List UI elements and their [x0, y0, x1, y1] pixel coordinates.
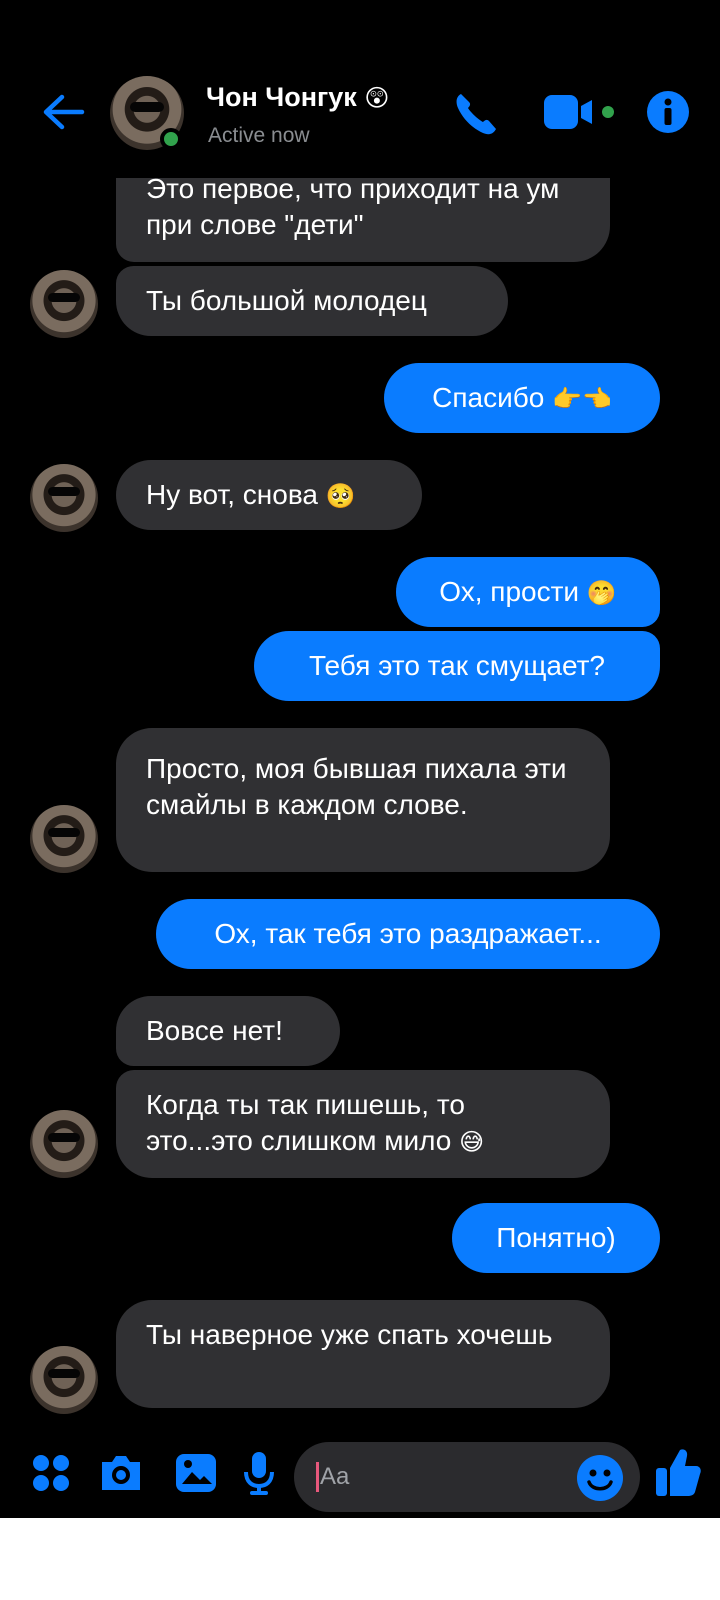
contact-name[interactable]: Чон Чонгук 😲: [206, 82, 389, 113]
message-emoji: 😅: [459, 1128, 485, 1156]
video-camera-icon[interactable]: [544, 92, 626, 132]
text-cursor: [316, 1462, 319, 1492]
contact-avatar-small[interactable]: [30, 464, 98, 532]
thumbs-up-icon[interactable]: [654, 1446, 702, 1498]
online-indicator: [160, 128, 182, 150]
camera-icon[interactable]: [98, 1452, 144, 1494]
contact-avatar-small[interactable]: [30, 1346, 98, 1414]
info-icon[interactable]: [646, 90, 690, 134]
contact-avatar-small[interactable]: [30, 270, 98, 338]
message-incoming[interactable]: Ты наверное уже спать хочешь: [116, 1300, 610, 1408]
microphone-icon[interactable]: [242, 1450, 276, 1496]
contact-name-emoji: 😲: [364, 84, 390, 112]
message-outgoing[interactable]: Понятно): [452, 1203, 660, 1273]
message-incoming[interactable]: Когда ты так пишешь, то это...это слишко…: [116, 1070, 610, 1178]
phone-icon[interactable]: [452, 90, 500, 136]
message-outgoing[interactable]: Ох, так тебя это раздражает...: [156, 899, 660, 969]
message-incoming[interactable]: Ты большой молодец: [116, 266, 508, 336]
apps-grid-icon[interactable]: [32, 1454, 70, 1492]
message-emoji: 👉👈: [552, 385, 612, 413]
composer-bar: Aa: [0, 1428, 720, 1518]
contact-avatar-small[interactable]: [30, 1110, 98, 1178]
smiley-icon[interactable]: [576, 1454, 624, 1502]
message-incoming[interactable]: Просто, моя бывшая пихала эти смайлы в к…: [116, 728, 610, 872]
message-list[interactable]: Это первое, что приходит на ум при слове…: [0, 160, 720, 1428]
active-status: Active now: [208, 124, 310, 147]
message-outgoing[interactable]: Ох, прости 🤭: [396, 557, 660, 627]
message-input[interactable]: Aa: [294, 1442, 640, 1512]
message-input-placeholder: Aa: [320, 1463, 350, 1490]
gallery-icon[interactable]: [174, 1452, 218, 1494]
back-arrow-icon[interactable]: [40, 92, 86, 132]
message-incoming[interactable]: Ну вот, снова 🥺: [116, 460, 422, 530]
message-incoming[interactable]: Вовсе нет!: [116, 996, 340, 1066]
message-emoji: 🤭: [586, 579, 617, 607]
message-outgoing[interactable]: Спасибо 👉👈: [384, 363, 660, 433]
system-nav-area: [0, 1518, 720, 1600]
message-outgoing[interactable]: Тебя это так смущает?: [254, 631, 660, 701]
message-emoji: 🥺: [325, 482, 356, 510]
contact-avatar-small[interactable]: [30, 805, 98, 873]
chat-header: Чон Чонгук 😲 Active now: [0, 0, 720, 178]
